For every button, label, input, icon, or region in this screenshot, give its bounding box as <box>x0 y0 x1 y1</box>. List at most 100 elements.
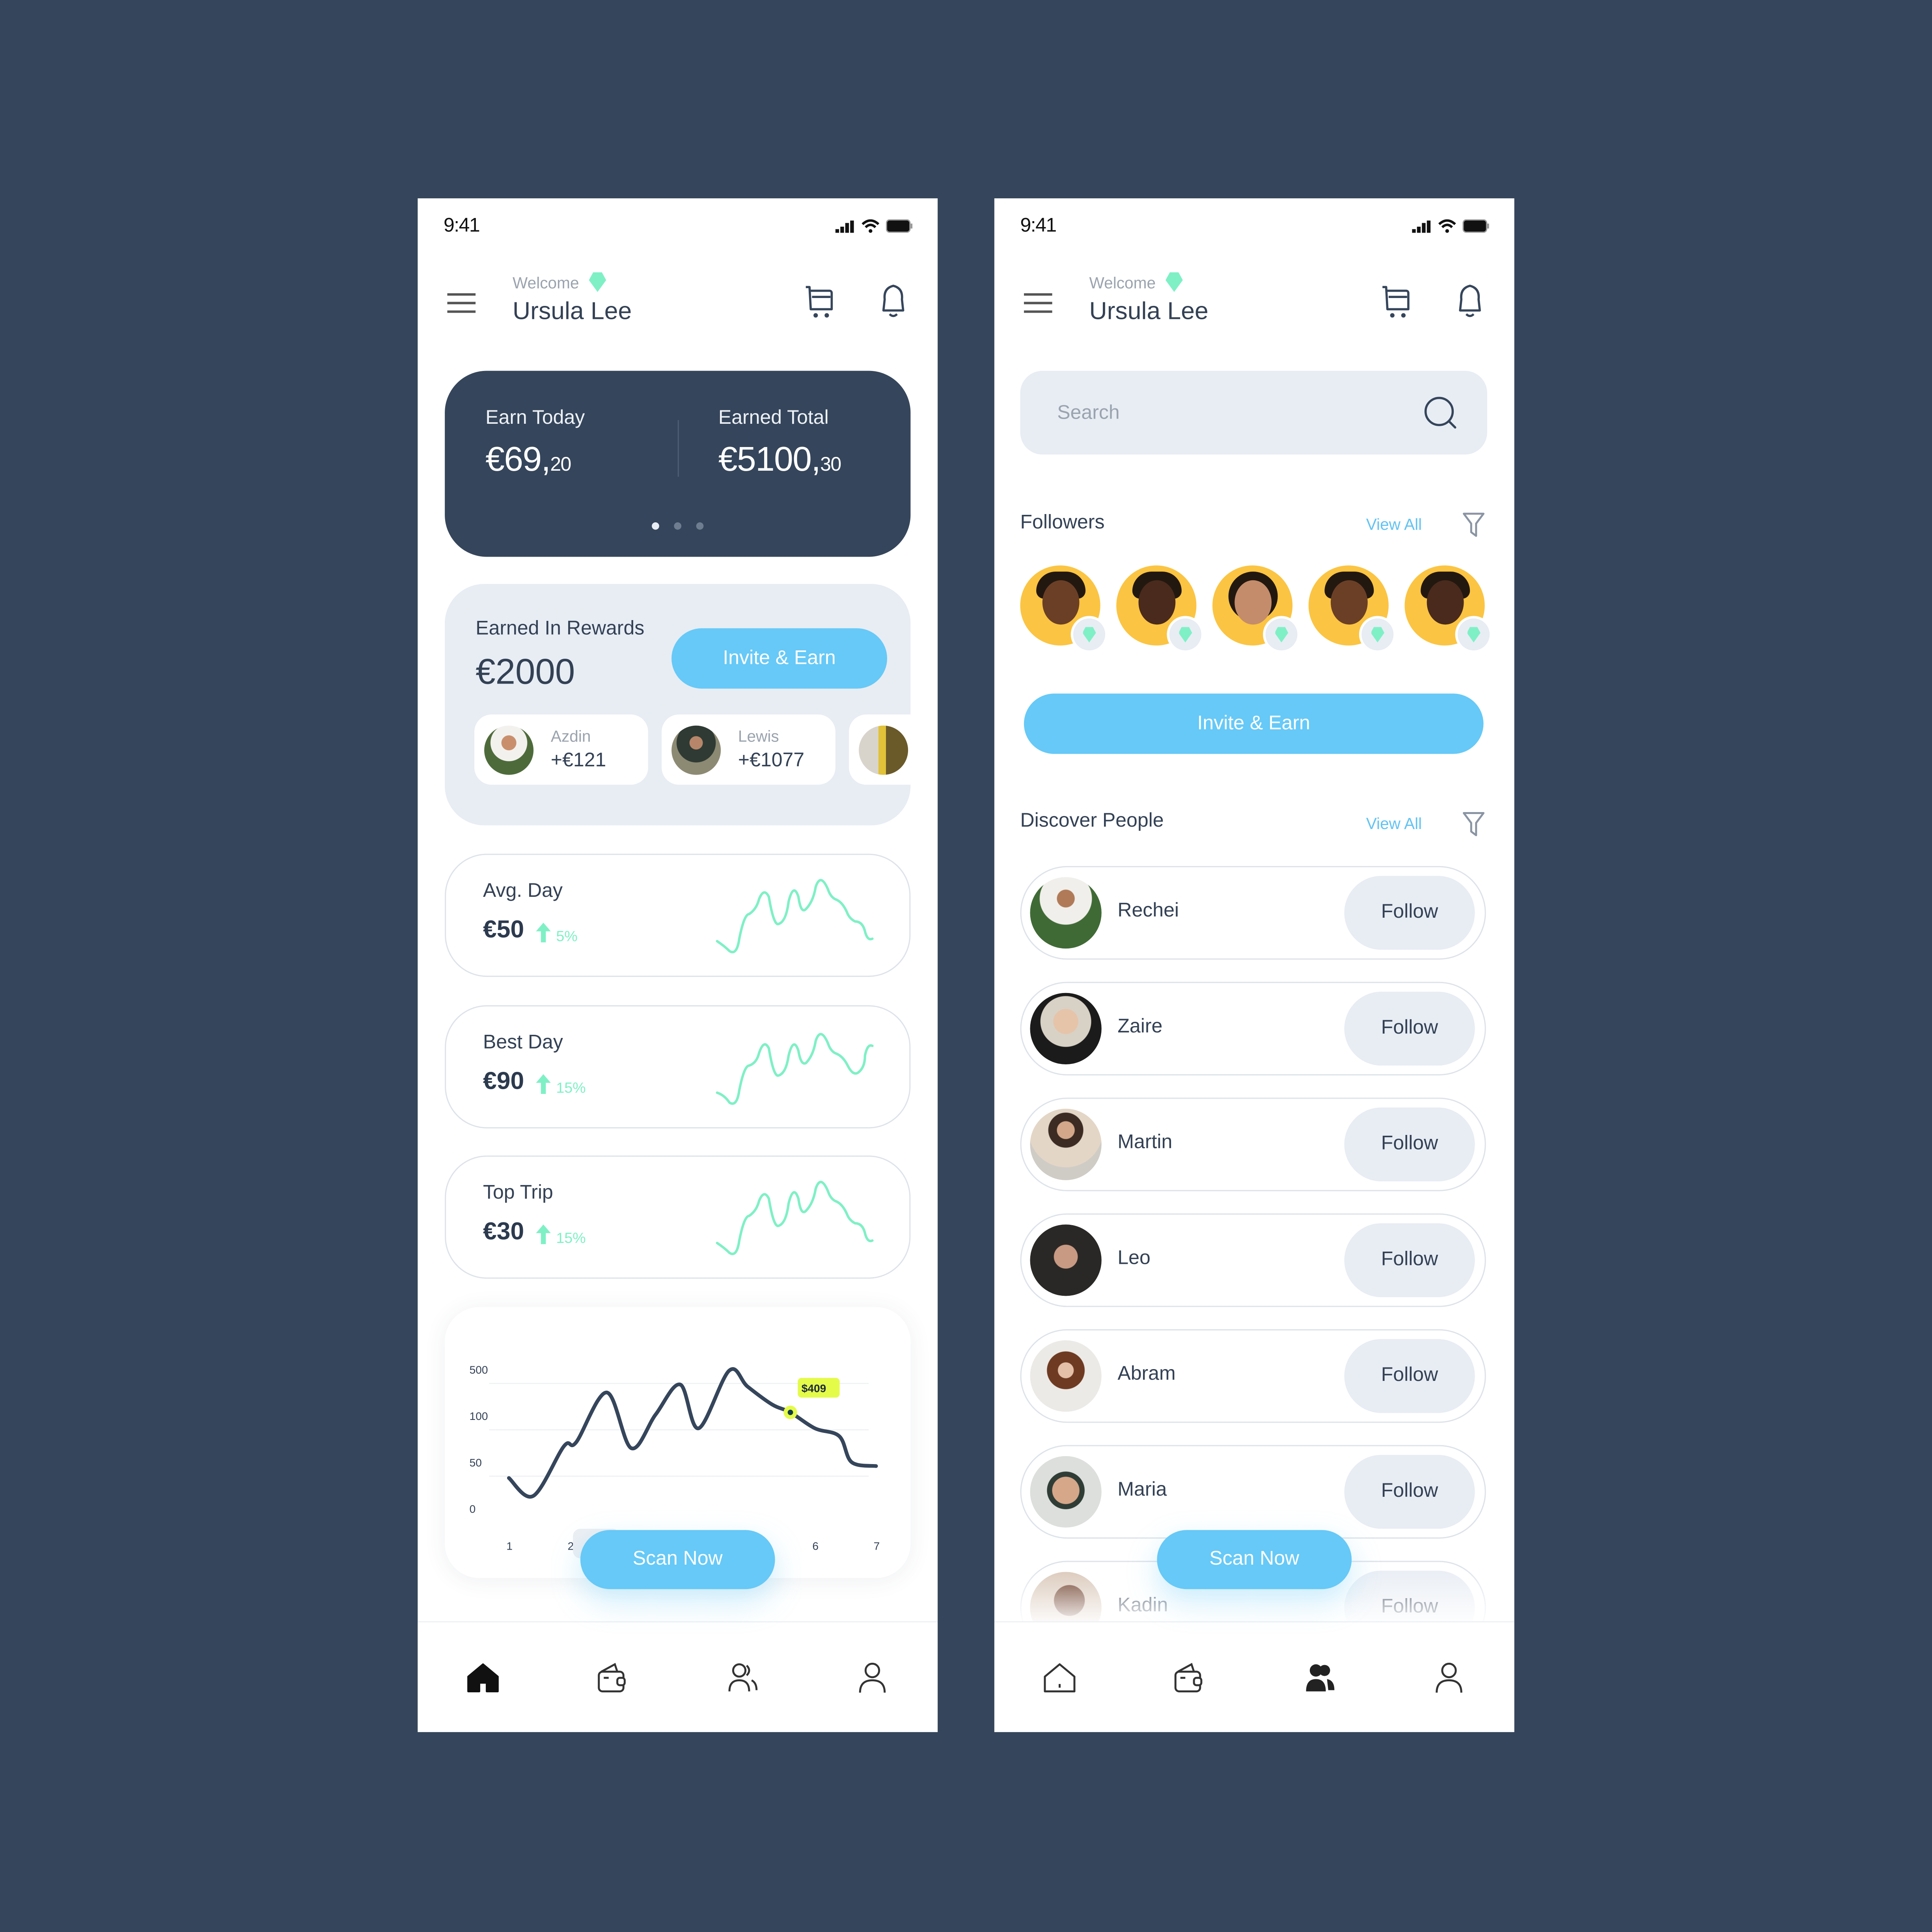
referral-card[interactable]: Lewis +€1077 <box>662 714 835 785</box>
nav-people[interactable] <box>1295 1653 1344 1703</box>
nav-home[interactable] <box>458 1653 507 1703</box>
follower-avatar[interactable] <box>1020 565 1108 653</box>
avatar <box>671 725 721 775</box>
follower-avatar[interactable] <box>1116 565 1204 653</box>
avatar <box>1030 993 1102 1064</box>
pager-dot[interactable] <box>652 522 659 530</box>
gem-icon <box>1166 272 1183 292</box>
avatar-face <box>1138 580 1176 625</box>
cart-icon[interactable] <box>1381 285 1413 319</box>
avatar <box>1030 1340 1102 1412</box>
person-name: Kadin <box>1117 1595 1168 1616</box>
rewards-label: Earned In Rewards <box>476 618 645 639</box>
stat-change: 15% <box>556 1079 586 1097</box>
earn-divider <box>677 420 679 477</box>
follower-avatar[interactable] <box>1404 565 1492 653</box>
people-icon <box>728 1663 757 1692</box>
invite-earn-button[interactable]: Invite & Earn <box>1024 693 1484 754</box>
menu-icon[interactable] <box>1024 293 1052 313</box>
referral-list[interactable]: Azdin +€121 Lewis +€1077 <box>474 714 911 785</box>
people-icon <box>1305 1664 1334 1692</box>
stat-card-top-trip[interactable]: Top Trip €30 15% <box>445 1155 911 1279</box>
referral-name: Lewis <box>738 727 779 745</box>
bell-icon[interactable] <box>1455 283 1485 320</box>
follow-button[interactable]: Follow <box>1344 876 1475 950</box>
stat-card-avg-day[interactable]: Avg. Day €50 5% <box>445 853 911 977</box>
arrow-up-icon <box>536 1224 552 1245</box>
profile-icon <box>1436 1662 1463 1693</box>
earn-today-cents: 20 <box>550 455 571 476</box>
nav-profile[interactable] <box>848 1653 897 1703</box>
scan-now-button[interactable]: Scan Now <box>580 1530 775 1589</box>
person-row[interactable]: Rechei Follow <box>1020 866 1486 960</box>
person-row[interactable]: Maria Follow <box>1020 1445 1486 1539</box>
user-name: Ursula Lee <box>513 298 632 325</box>
filter-icon[interactable] <box>1462 810 1484 838</box>
bottom-nav <box>994 1621 1514 1732</box>
earnings-card[interactable]: Earn Today €69,20 Earned Total €5100,30 <box>445 371 911 557</box>
pager-dot[interactable] <box>674 522 682 530</box>
nav-home[interactable] <box>1035 1653 1084 1703</box>
person-row[interactable]: Martin Follow <box>1020 1097 1486 1191</box>
home-screen: 9:41 Welcome Ursula Lee Earn Today €69,2… <box>418 198 938 1732</box>
y-tick-label: 100 <box>470 1410 488 1422</box>
referral-card[interactable] <box>849 714 911 785</box>
follower-avatar[interactable] <box>1212 565 1300 653</box>
welcome-label: Welcome <box>1089 273 1156 292</box>
stat-change: 5% <box>556 928 578 945</box>
home-icon <box>1043 1663 1075 1693</box>
person-row[interactable]: Zaire Follow <box>1020 982 1486 1076</box>
referral-name: Azdin <box>550 727 591 745</box>
nav-people[interactable] <box>718 1653 767 1703</box>
search-icon[interactable] <box>1423 395 1458 430</box>
nav-wallet[interactable] <box>1165 1653 1214 1703</box>
nav-wallet[interactable] <box>588 1653 637 1703</box>
follow-button[interactable]: Follow <box>1344 1339 1475 1413</box>
avatar <box>1030 877 1102 949</box>
followers-view-all-link[interactable]: View All <box>1366 515 1422 533</box>
stat-amount: €50 <box>483 917 524 944</box>
arrow-up-icon <box>536 922 552 943</box>
discover-view-all-link[interactable]: View All <box>1366 814 1422 833</box>
follow-button[interactable]: Follow <box>1344 1455 1475 1529</box>
person-row[interactable]: Abram Follow <box>1020 1329 1486 1423</box>
gem-icon <box>1371 626 1384 643</box>
follower-avatar[interactable] <box>1308 565 1396 653</box>
bell-icon[interactable] <box>878 283 908 320</box>
status-time: 9:41 <box>444 215 480 237</box>
followers-title: Followers <box>1020 512 1105 534</box>
person-name: Maria <box>1117 1479 1167 1501</box>
filter-icon[interactable] <box>1462 511 1484 538</box>
pager-dot[interactable] <box>696 522 704 530</box>
referral-card[interactable]: Azdin +€121 <box>474 714 648 785</box>
invite-earn-button[interactable]: Invite & Earn <box>671 628 887 689</box>
social-screen: 9:41 Welcome Ursula Lee Followers View A… <box>994 198 1514 1732</box>
wifi-icon <box>862 219 880 233</box>
earned-total-value: €5100,30 <box>718 440 841 479</box>
follower-badge <box>1070 616 1108 653</box>
referral-amount: +€1077 <box>738 750 805 771</box>
x-tick-label: 6 <box>812 1540 819 1552</box>
gem-icon <box>1179 626 1192 643</box>
rewards-card: Earned In Rewards €2000 Invite & Earn Az… <box>445 584 911 825</box>
search-input[interactable] <box>1055 371 1405 457</box>
y-tick-label: 0 <box>470 1503 476 1515</box>
stat-label: Best Day <box>483 1032 563 1053</box>
follow-button[interactable]: Follow <box>1344 1223 1475 1297</box>
person-name: Zaire <box>1117 1016 1163 1038</box>
follower-badge <box>1359 616 1396 653</box>
follow-button[interactable]: Follow <box>1344 991 1475 1066</box>
signal-icon <box>835 220 854 233</box>
follower-badge <box>1455 616 1492 653</box>
stat-card-best-day[interactable]: Best Day €90 15% <box>445 1005 911 1129</box>
earned-total: Earned Total €5100,30 <box>718 408 841 479</box>
person-row[interactable]: Leo Follow <box>1020 1213 1486 1307</box>
app-header: Welcome Ursula Lee <box>994 266 1514 340</box>
avatar <box>1030 1109 1102 1180</box>
earned-total-cents: 30 <box>820 455 841 476</box>
cart-icon[interactable] <box>805 285 837 319</box>
nav-profile[interactable] <box>1425 1653 1474 1703</box>
follow-button[interactable]: Follow <box>1344 1107 1475 1181</box>
scan-now-button[interactable]: Scan Now <box>1157 1530 1352 1589</box>
menu-icon[interactable] <box>447 293 476 313</box>
